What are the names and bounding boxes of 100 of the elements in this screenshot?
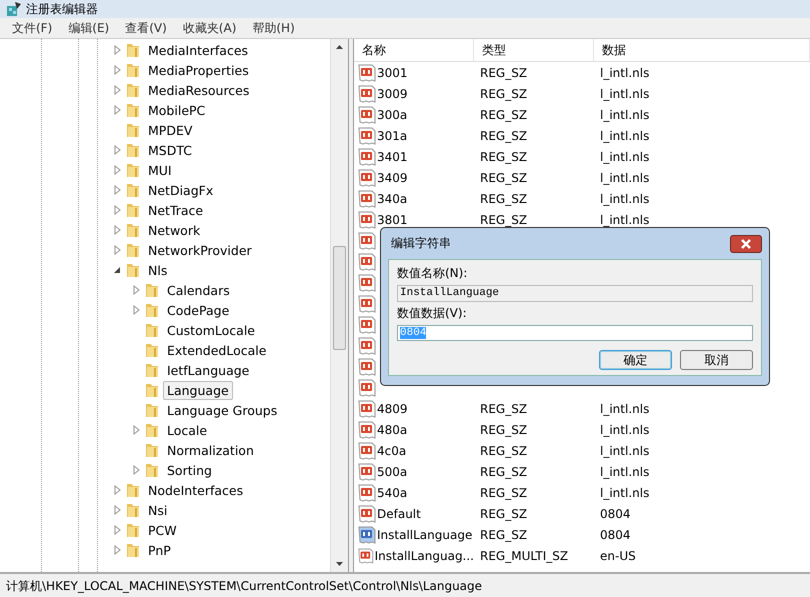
folder-icon [125,82,141,98]
tree-item[interactable]: Normalization [163,440,258,460]
value-name[interactable]: 3801 [377,212,408,226]
tree-item[interactable]: Language Groups [163,400,282,420]
expand-arrow-icon[interactable] [112,525,122,535]
string-value-icon [358,294,376,312]
menu-item[interactable]: 收藏夹(A) [174,20,244,36]
expand-arrow-icon[interactable] [112,245,122,255]
tree-item[interactable]: CodePage [163,300,234,320]
value-name[interactable]: 3409 [377,170,408,184]
tree-item[interactable]: MobilePC [144,100,210,120]
close-button[interactable] [730,234,762,252]
value-name[interactable]: 3401 [377,150,408,164]
collapse-arrow-icon[interactable] [112,265,122,275]
expand-arrow-icon[interactable] [131,285,141,295]
folder-icon [125,522,141,538]
tree-item[interactable]: IetfLanguage [163,360,254,380]
tree-item[interactable]: CustomLocale [163,320,259,340]
expand-arrow-icon[interactable] [131,305,141,315]
value-name[interactable]: 540a [377,486,408,500]
tree-item[interactable]: MediaInterfaces [144,40,252,60]
column-header[interactable]: 类型 [474,39,594,61]
column-header[interactable]: 名称 [354,39,474,61]
tree-item[interactable]: PCW [144,520,181,540]
field-label: 数值数据(V): [397,304,468,322]
tree-item[interactable]: NetworkProvider [144,240,256,260]
value-name[interactable]: 3009 [377,86,408,100]
folder-icon [144,442,160,458]
expand-arrow-icon[interactable] [112,225,122,235]
column-header[interactable]: 数据 [594,39,810,61]
menu-item[interactable]: 查看(V) [117,20,175,36]
folder-icon [125,102,141,118]
expand-arrow-icon[interactable] [112,105,122,115]
tree-item[interactable]: ExtendedLocale [163,340,270,360]
tree-item[interactable]: MPDEV [144,120,196,140]
tree-item[interactable]: MediaProperties [144,60,253,80]
tree-item[interactable]: MediaResources [144,80,254,100]
tree-item[interactable]: Nls [144,260,172,280]
tree-item[interactable]: Calendars [163,280,234,300]
tree-item[interactable]: MSDTC [144,140,196,160]
tree-item[interactable]: PnP [144,540,175,560]
table-cell-text: l_intl.nls [599,464,650,478]
dialog-button[interactable]: 取消 [680,350,753,370]
value-name-field[interactable]: InstallLanguage [397,285,753,302]
table-cell-text: REG_SZ [479,422,528,436]
table-cell-text: 0804 [599,506,632,520]
table-cell-text: REG_SZ [479,212,528,226]
value-name[interactable]: InstallLanguag... [374,548,474,562]
expand-arrow-icon[interactable] [112,485,122,495]
menu-item[interactable]: 文件(F) [4,20,60,36]
value-name[interactable]: 340a [377,192,408,206]
string-value-icon [358,336,376,354]
value-name[interactable]: InstallLanguage [377,528,472,542]
tree-item[interactable]: NetTrace [144,200,208,220]
value-name[interactable]: 4809 [377,402,408,416]
folder-icon [144,302,160,318]
tree-item[interactable]: NetDiagFx [144,180,218,200]
value-name[interactable]: 3001 [377,66,408,80]
folder-icon [125,262,141,278]
folder-icon [125,482,141,498]
close-icon[interactable] [740,238,752,248]
tree-item[interactable]: Nsi [144,500,172,520]
expand-arrow-icon[interactable] [131,465,141,475]
value-name[interactable]: 4c0a [377,444,406,458]
tree-item[interactable]: Locale [163,420,212,440]
tree-item[interactable]: MUI [144,160,176,180]
dialog-button[interactable]: 确定 [599,350,672,370]
app-icon [6,1,22,17]
string-value-icon [358,378,376,396]
scroll-thumb[interactable] [333,246,346,350]
tree-item[interactable]: Network [144,220,204,240]
expand-arrow-icon[interactable] [112,185,122,195]
value-name[interactable]: 301a [377,128,408,142]
string-value-icon [358,358,376,376]
expand-arrow-icon[interactable] [131,425,141,435]
folder-icon [144,362,160,378]
value-name[interactable]: Default [377,506,421,520]
tree-item[interactable]: Sorting [163,460,216,480]
menu-item[interactable]: 编辑(E) [60,20,118,36]
expand-arrow-icon[interactable] [112,145,122,155]
expand-arrow-icon[interactable] [112,45,122,55]
status-path: 计算机\HKEY_LOCAL_MACHINE\SYSTEM\CurrentControlSet\Control\Nls\Language [6,578,482,594]
expand-arrow-icon[interactable] [112,545,122,555]
expand-arrow-icon[interactable] [112,205,122,215]
string-value-icon [358,316,376,334]
table-cell-text: REG_SZ [479,444,528,458]
expand-arrow-icon[interactable] [112,65,122,75]
table-cell-text: l_intl.nls [599,422,650,436]
folder-icon [125,202,141,218]
tree-item[interactable]: Language [163,380,233,400]
table-cell-text: l_intl.nls [599,486,650,500]
value-name[interactable]: 500a [377,464,408,478]
expand-arrow-icon[interactable] [112,505,122,515]
value-name[interactable]: 300a [377,108,408,122]
value-name[interactable]: 480a [377,422,408,436]
expand-arrow-icon[interactable] [112,165,122,175]
expand-arrow-icon[interactable] [112,85,122,95]
scrollbar[interactable] [330,39,348,572]
menu-item[interactable]: 帮助(H) [244,20,303,36]
tree-item[interactable]: NodeInterfaces [144,480,248,500]
